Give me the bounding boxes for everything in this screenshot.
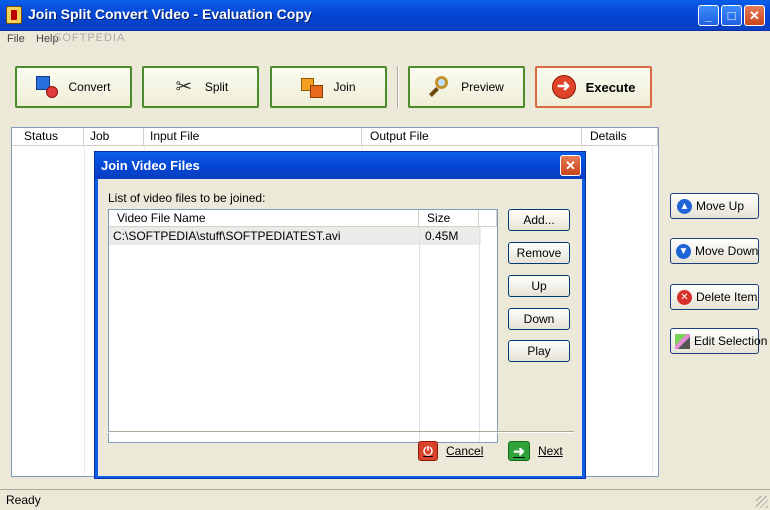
file-name-cell: C:\SOFTPEDIA\stuff\SOFTPEDIATEST.avi <box>113 229 341 243</box>
convert-icon <box>36 76 59 98</box>
down-button[interactable]: Down <box>508 308 570 330</box>
dialog-body: List of video files to be joined: Video … <box>98 179 582 476</box>
column-header-blank <box>479 210 497 227</box>
file-list-label: List of video files to be joined: <box>108 191 266 205</box>
preview-label: Preview <box>461 80 504 94</box>
menu-bar: File Help SOFTPEDIA <box>0 31 770 49</box>
preview-button[interactable]: Preview <box>408 66 525 108</box>
grid-line <box>479 227 480 442</box>
delete-x-icon: ✕ <box>677 289 692 305</box>
dialog-separator <box>108 431 574 433</box>
cancel-button[interactable]: ⏻ Cancel <box>418 441 483 461</box>
remove-button[interactable]: Remove <box>508 242 570 264</box>
app-icon[interactable] <box>6 6 22 24</box>
grid-line <box>84 146 85 476</box>
grid-line <box>652 146 653 476</box>
add-button[interactable]: Add... <box>508 209 570 231</box>
video-file-list[interactable]: Video File Name Size C:\SOFTPEDIA\stuff\… <box>108 209 498 443</box>
dialog-close-button[interactable]: ✕ <box>560 155 581 176</box>
join-label: Join <box>333 80 356 94</box>
window-title: Join Split Convert Video - Evaluation Co… <box>28 6 312 22</box>
cancel-label: Cancel <box>446 444 484 458</box>
cancel-power-icon: ⏻ <box>418 441 438 461</box>
menu-file[interactable]: File <box>7 33 25 45</box>
column-header-input-file[interactable]: Input File <box>144 128 362 146</box>
minimize-button[interactable]: _ <box>698 5 719 26</box>
move-up-label: Move Up <box>696 199 745 213</box>
up-button[interactable]: Up <box>508 275 570 297</box>
grid-line <box>419 227 420 442</box>
next-button[interactable]: ➜ Next <box>508 441 563 461</box>
pencil-icon <box>675 333 690 349</box>
delete-item-button[interactable]: ✕ Delete Item <box>670 284 759 310</box>
watermark: SOFTPEDIA <box>54 32 126 44</box>
split-label: Split <box>204 80 229 94</box>
maximize-button[interactable]: □ <box>721 5 742 26</box>
join-icon <box>301 76 324 98</box>
file-size-cell: 0.45M <box>425 229 459 243</box>
column-header-video-file-name[interactable]: Video File Name <box>109 210 419 227</box>
convert-button[interactable]: Convert <box>15 66 132 108</box>
split-button[interactable]: ✂ Split <box>142 66 259 108</box>
move-down-button[interactable]: ▼ Move Down <box>670 238 759 264</box>
resize-grip-icon[interactable] <box>756 496 768 508</box>
arrow-down-icon: ▼ <box>676 243 691 259</box>
execute-label: Execute <box>585 79 636 95</box>
table-row[interactable]: C:\SOFTPEDIA\stuff\SOFTPEDIATEST.avi 0.4… <box>109 227 481 245</box>
column-header-job[interactable]: Job <box>84 128 144 146</box>
column-header-size[interactable]: Size <box>419 210 479 227</box>
status-bar: Ready <box>0 489 770 510</box>
scissors-icon: ✂ <box>175 76 193 98</box>
join-button[interactable]: Join <box>270 66 387 108</box>
dialog-title-bar[interactable]: Join Video Files ✕ <box>95 152 585 179</box>
play-button[interactable]: Play <box>508 340 570 362</box>
next-arrow-icon: ➜ <box>508 441 530 461</box>
edit-selection-label: Edit Selection <box>694 334 768 348</box>
close-button[interactable]: ✕ <box>744 5 765 26</box>
execute-button[interactable]: ➜ Execute <box>535 66 652 108</box>
delete-item-label: Delete Item <box>696 290 758 304</box>
convert-label: Convert <box>68 80 111 94</box>
execute-arrow-icon: ➜ <box>551 75 576 99</box>
magnifier-icon <box>429 76 451 98</box>
title-bar[interactable]: Join Split Convert Video - Evaluation Co… <box>0 0 770 31</box>
status-text: Ready <box>6 493 41 507</box>
arrow-up-icon: ▲ <box>677 198 692 214</box>
dialog-title: Join Video Files <box>101 158 200 173</box>
column-header-details[interactable]: Details <box>582 128 658 146</box>
move-up-button[interactable]: ▲ Move Up <box>670 193 759 219</box>
join-video-files-dialog: Join Video Files ✕ List of video files t… <box>94 151 586 479</box>
column-header-status[interactable]: Status <box>12 128 84 146</box>
toolbar-separator <box>397 66 399 108</box>
column-header-output-file[interactable]: Output File <box>362 128 582 146</box>
move-down-label: Move Down <box>695 244 759 258</box>
next-label: Next <box>538 444 563 458</box>
edit-selection-button[interactable]: Edit Selection <box>670 328 767 354</box>
